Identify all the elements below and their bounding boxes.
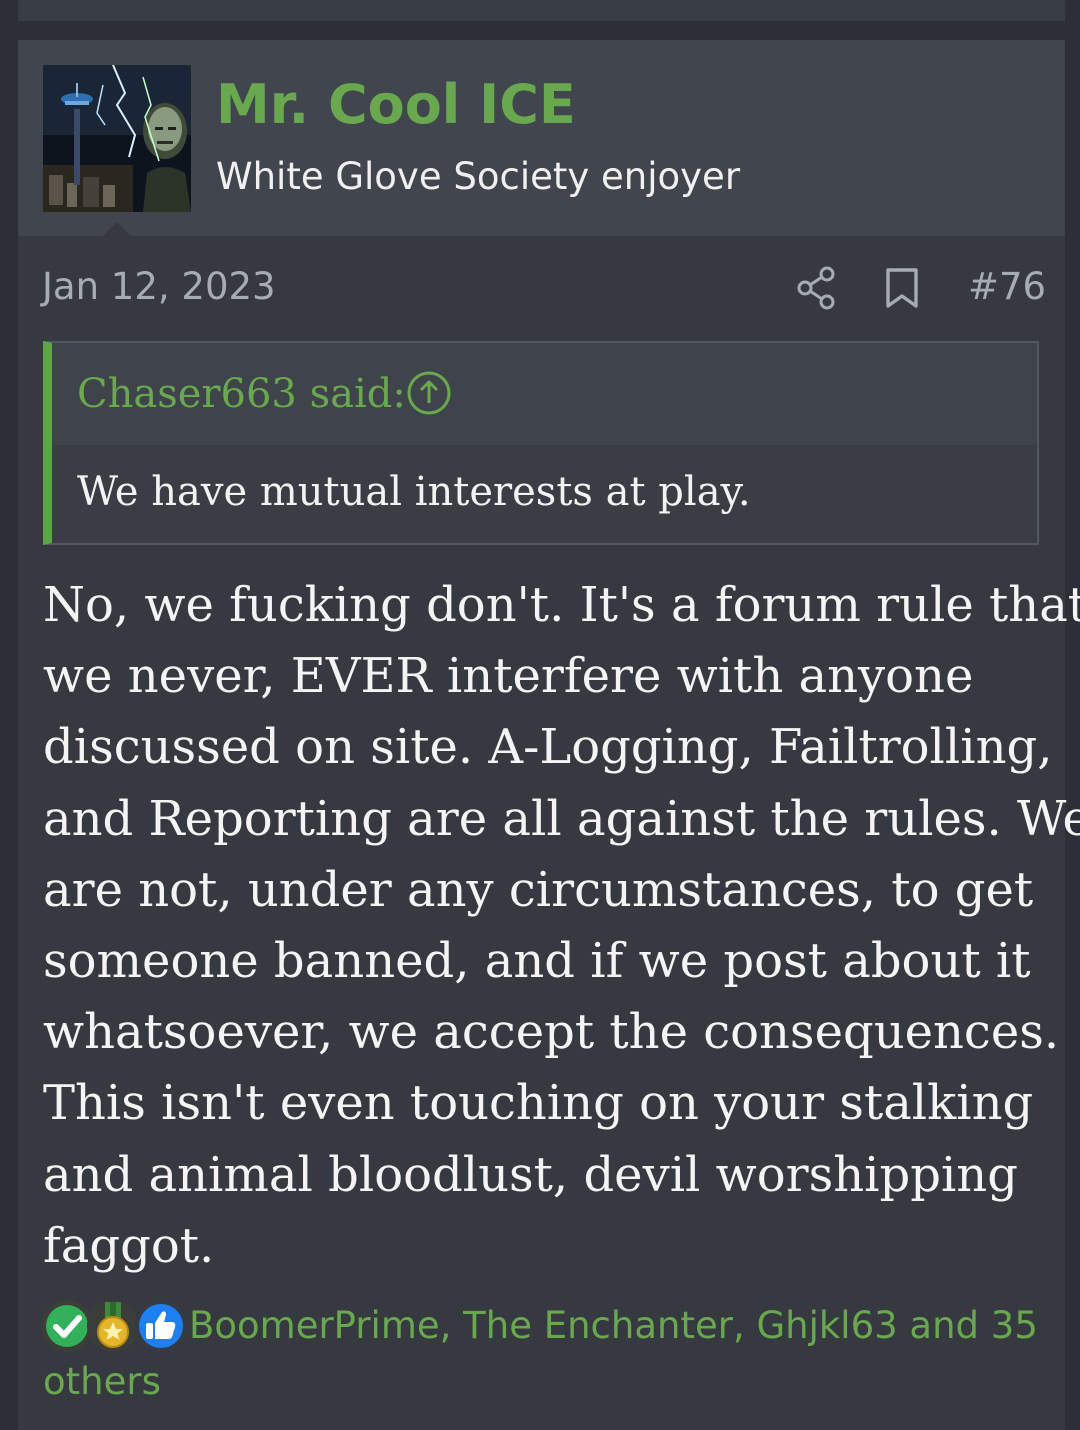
reaction-users-link[interactable]: BoomerPrime, The Enchanter, Ghjkl63 and …: [43, 1298, 1043, 1410]
post-body-line: whatsoever, we accept the consequences.: [43, 1004, 1060, 1061]
avatar[interactable]: [43, 65, 191, 212]
post-body-line: and Reporting are all against the rules.…: [43, 790, 1080, 847]
quote-block: Chaser663 said: We have mutual interests…: [43, 341, 1039, 545]
quote-text: We have mutual interests at play.: [77, 469, 751, 515]
post-body-line: someone banned, and if we post about it: [43, 933, 1031, 990]
post-body-line: discussed on site. A-Logging, Failtrolli…: [43, 719, 1053, 776]
post-body-line: are not, under any circumstances, to get: [43, 861, 1034, 918]
reaction-icons[interactable]: [41, 1298, 193, 1358]
username[interactable]: Mr. Cool ICE: [216, 70, 576, 140]
post-body-line: faggot.: [43, 1217, 215, 1274]
post-number-link[interactable]: #76: [968, 262, 1046, 312]
quote-author-link[interactable]: Chaser663 said:: [77, 367, 406, 421]
quote-header: Chaser663 said:: [52, 343, 1037, 445]
previous-post-edge: [18, 0, 1065, 21]
bookmark-icon[interactable]: [884, 267, 920, 309]
post-body-line: This isn't even touching on your stalkin…: [43, 1075, 1034, 1132]
user-title: White Glove Society enjoyer: [216, 155, 741, 198]
post-user-header: Mr. Cool ICE White Glove Society enjoyer: [18, 40, 1065, 236]
post-body-line: and animal bloodlust, devil worshipping: [43, 1146, 1018, 1203]
post-body-line: No, we fucking don't. It's a forum rule …: [43, 577, 1080, 633]
avatar-image: [43, 65, 191, 212]
header-pointer: [103, 222, 131, 236]
post-body: No, we fucking don't. It's a forum rule …: [43, 570, 1080, 1282]
arrow-up-circle-icon[interactable]: [406, 370, 452, 416]
post-date[interactable]: Jan 12, 2023: [42, 262, 276, 312]
thumbs-up-icon: [135, 1300, 187, 1352]
share-icon[interactable]: [796, 266, 836, 310]
post-body-line: we never, EVER interfere with anyone: [43, 648, 974, 705]
forum-post: Mr. Cool ICE White Glove Society enjoyer…: [18, 40, 1080, 1430]
